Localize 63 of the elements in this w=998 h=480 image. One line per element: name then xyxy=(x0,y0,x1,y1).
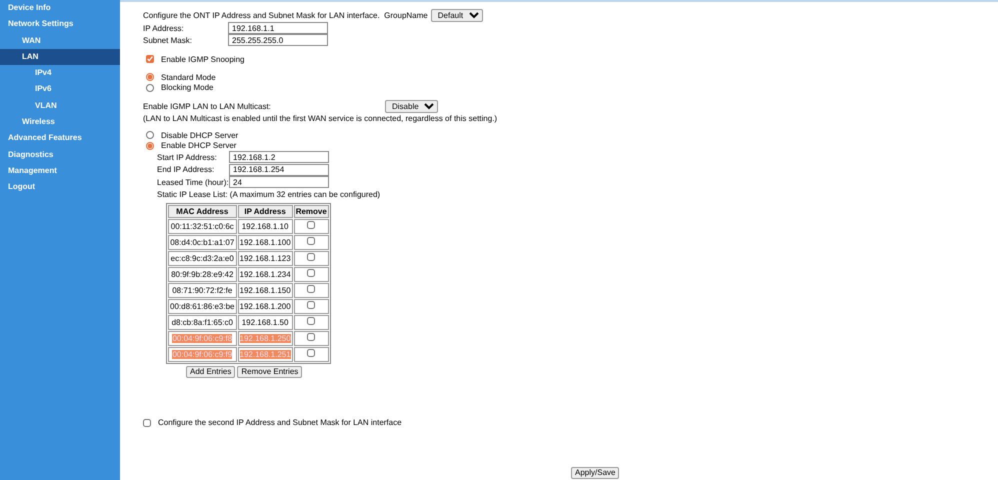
column-header: MAC Address xyxy=(168,204,237,218)
text-field[interactable]: 24 xyxy=(229,176,329,188)
text-field[interactable]: 192.168.1.1 xyxy=(228,22,328,34)
multicast-label: Enable IGMP LAN to LAN Multicast: xyxy=(143,102,272,110)
group-name-select[interactable]: Default xyxy=(430,9,483,22)
radio-label: Blocking Mode xyxy=(161,83,214,92)
text-field[interactable]: 255.255.255.0 xyxy=(228,34,328,46)
checkbox[interactable] xyxy=(143,418,151,426)
remove-checkbox[interactable] xyxy=(307,221,316,229)
field-label: Subnet Mask: xyxy=(143,36,193,44)
table-cell: 192.168.1.200 xyxy=(238,298,293,314)
column-header: IP Address xyxy=(238,204,293,218)
table-cell: 08:d4:0c:b1:a1:07 xyxy=(168,234,237,250)
sidebar-item[interactable]: LAN xyxy=(0,48,120,66)
remove-checkbox[interactable] xyxy=(307,269,316,277)
text-field[interactable]: 192.168.1.254 xyxy=(229,164,329,176)
table-cell: 08:71:90:72:f2:fe xyxy=(168,282,237,298)
table-cell: 00:d8:61:86:e3:be xyxy=(168,298,237,314)
table-cell: 192.168.1.234 xyxy=(238,266,293,282)
intro-text: Configure the ONT IP Address and Subnet Mask for LAN interface. xyxy=(143,11,381,20)
text-field[interactable]: 192.168.1.2 xyxy=(229,151,329,164)
group-name-label: GroupName xyxy=(384,11,428,20)
field-label: Leased Time (hour): xyxy=(157,178,229,187)
table-cell: 192.168.1.150 xyxy=(238,282,293,298)
table-cell: 192.168.1.50 xyxy=(238,314,293,330)
table-cell: 192.168.1.250 xyxy=(238,330,293,346)
table-cell: ec:c8:9c:d3:2a:e0 xyxy=(168,250,237,266)
action-button[interactable]: Remove Entries xyxy=(237,366,302,378)
field-label: Start IP Address: xyxy=(157,152,218,162)
radio-button[interactable] xyxy=(146,73,154,82)
apply-save-button[interactable]: Apply/Save xyxy=(571,466,620,478)
table-cell: 00:11:32:51:c0:6c xyxy=(168,218,237,234)
remove-checkbox[interactable] xyxy=(307,349,316,357)
table-cell: 192.168.1.251 xyxy=(238,346,293,362)
table-cell: 80:9f:9b:28:e9:42 xyxy=(168,266,237,282)
table-cell: 00:04:9f:06:c9:f9 xyxy=(168,346,237,362)
table-cell: 192.168.1.123 xyxy=(238,250,293,266)
table-cell: d8:cb:8a:f1:65:c0 xyxy=(168,314,237,330)
field-label: IP Address: xyxy=(143,24,185,32)
radio-label: Disable DHCP Server xyxy=(161,130,238,140)
radio-label: Enable DHCP Server xyxy=(161,141,236,150)
column-header: Remove xyxy=(294,204,329,218)
multicast-note: (LAN to LAN Multicast is enabled until the first WAN service is connected, regardless of this setting.) xyxy=(143,114,498,122)
checkbox-label: Enable IGMP Snooping xyxy=(161,54,244,64)
radio-button[interactable] xyxy=(146,131,154,140)
remove-checkbox[interactable] xyxy=(307,253,316,261)
table-cell: 192.168.1.100 xyxy=(238,234,293,250)
checkbox-label: Configure the second IP Address and Subnet Mask for LAN interface xyxy=(158,418,402,427)
radio-label: Standard Mode xyxy=(161,72,216,82)
table-cell: 192.168.1.10 xyxy=(238,218,293,234)
remove-checkbox[interactable] xyxy=(307,285,316,293)
table-cell: 00:04:9f:06:c9:f8 xyxy=(168,330,237,346)
lease-list-caption: Static IP Lease List: (A maximum 32 entries can be configured) xyxy=(157,190,380,199)
remove-checkbox[interactable] xyxy=(307,333,316,341)
multicast-select[interactable]: Disable xyxy=(385,100,438,112)
remove-checkbox[interactable] xyxy=(307,237,316,245)
checkbox[interactable] xyxy=(146,55,154,63)
radio-button[interactable] xyxy=(146,84,154,92)
action-button[interactable]: Add Entries xyxy=(186,366,236,378)
field-label: End IP Address: xyxy=(157,165,216,174)
remove-checkbox[interactable] xyxy=(307,317,316,325)
radio-button[interactable] xyxy=(146,142,154,150)
remove-checkbox[interactable] xyxy=(307,301,316,309)
